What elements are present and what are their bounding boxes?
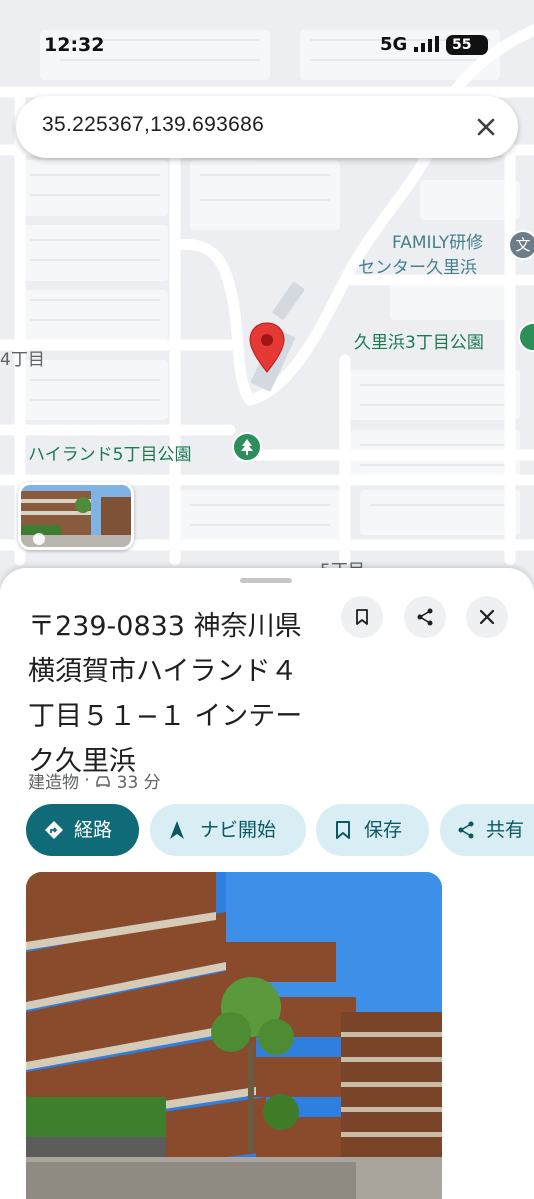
signal-icon [414,36,439,52]
map-label-4chome: 4丁目 [0,350,45,370]
share-chip-button[interactable]: 共有 [440,804,534,856]
map-label-family-center[interactable]: センター久里浜 [358,253,477,278]
map-view[interactable]: 12:32 5G 55 35.225367,139.693686 FAMILY研… [0,0,534,600]
clear-search-icon[interactable] [472,113,500,141]
save-chip-button[interactable]: 保存 [316,804,429,856]
map-label-park-kurihama[interactable]: 久里浜3丁目公園 [354,328,484,353]
share-icon [458,821,474,839]
share-button[interactable] [404,596,446,638]
place-meta: 建造物 · 33 分 [28,768,161,794]
drive-time: 33 分 [116,773,161,793]
street-view-thumbnail[interactable] [18,482,134,550]
park-tree-icon[interactable] [232,432,262,462]
close-icon [479,609,495,625]
action-chips: 経路 ナビ開始 保存 共有 [26,804,534,856]
place-title: 〒239-0833 神奈川県横須賀市ハイランド４丁目５１−１ インテーク久里浜 [28,611,303,777]
location-pin-icon[interactable] [248,322,286,374]
status-time: 12:32 [44,34,105,56]
directions-button[interactable]: 経路 [26,804,139,856]
directions-label: 経路 [74,819,113,841]
status-bar: 12:32 5G 55 [0,30,534,60]
navigation-icon [170,821,184,839]
car-icon [96,775,110,787]
map-label-family[interactable]: FAMILY研修 [392,228,483,253]
search-query[interactable]: 35.225367,139.693686 [42,113,264,137]
battery-icon: 55 [446,35,488,55]
save-chip-label: 保存 [364,819,403,841]
share-icon [417,608,433,626]
save-button[interactable] [341,596,383,638]
network-indicator: 5G [380,34,408,55]
place-photo[interactable] [26,872,442,1199]
share-chip-label: 共有 [486,819,525,841]
place-category: 建造物 [28,773,79,793]
bookmark-icon [356,609,368,625]
map-label-park-highland[interactable]: ハイランド5丁目公園 [28,440,191,465]
place-details-sheet[interactable]: 〒239-0833 神奈川県横須賀市ハイランド４丁目５１−１ インテーク久里浜 … [0,568,534,1199]
start-navigation-label: ナビ開始 [200,819,277,841]
meta-separator: · [84,770,90,791]
search-bar[interactable]: 35.225367,139.693686 [16,96,518,158]
education-icon[interactable]: 文 [508,230,534,260]
drag-handle[interactable] [240,578,292,583]
start-navigation-button[interactable]: ナビ開始 [150,804,306,856]
bookmark-icon [336,821,350,839]
close-button[interactable] [466,596,508,638]
directions-icon [45,821,63,839]
